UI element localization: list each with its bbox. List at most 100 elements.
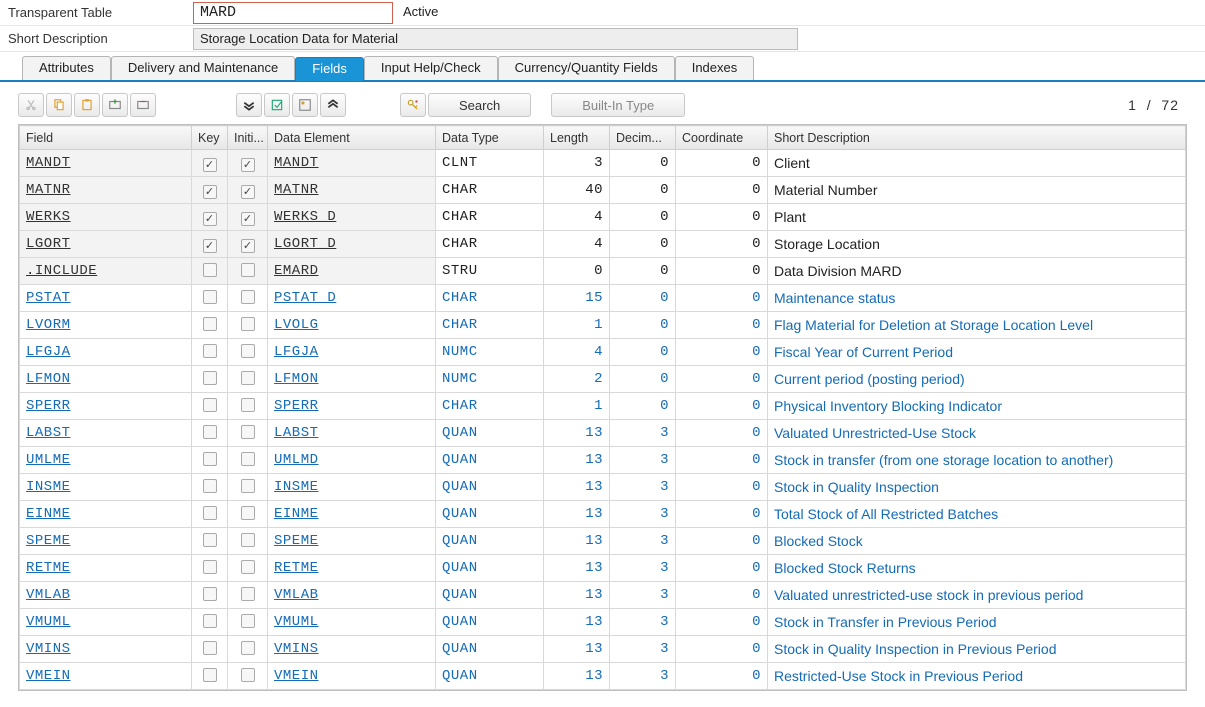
table-row[interactable]: SPEMESPEMEQUAN1330Blocked Stock	[20, 528, 1186, 555]
table-row[interactable]: EINMEEINMEQUAN1330Total Stock of All Res…	[20, 501, 1186, 528]
key-checkbox[interactable]	[203, 158, 217, 172]
field-name-link[interactable]: .INCLUDE	[26, 263, 97, 279]
data-element-link[interactable]: LVOLG	[274, 317, 319, 333]
init-checkbox[interactable]	[241, 398, 255, 412]
table-row[interactable]: LFGJALFGJANUMC400Fiscal Year of Current …	[20, 339, 1186, 366]
field-name-link[interactable]: LVORM	[26, 317, 71, 333]
key-checkbox[interactable]	[203, 212, 217, 226]
field-name-link[interactable]: EINME	[26, 506, 71, 522]
field-name-link[interactable]: VMINS	[26, 641, 71, 657]
nav-graphic-button[interactable]	[292, 93, 318, 117]
init-checkbox[interactable]	[241, 479, 255, 493]
tab-input-help-check[interactable]: Input Help/Check	[364, 56, 498, 80]
key-checkbox[interactable]	[203, 344, 217, 358]
data-element-link[interactable]: WERKS_D	[274, 209, 336, 225]
init-checkbox[interactable]	[241, 212, 255, 226]
init-checkbox[interactable]	[241, 344, 255, 358]
table-row[interactable]: MATNRMATNRCHAR4000Material Number	[20, 177, 1186, 204]
key-checkbox[interactable]	[203, 290, 217, 304]
init-checkbox[interactable]	[241, 290, 255, 304]
data-element-link[interactable]: UMLMD	[274, 452, 319, 468]
field-name-link[interactable]: SPERR	[26, 398, 71, 414]
data-element-link[interactable]: VMEIN	[274, 668, 319, 684]
key-checkbox[interactable]	[203, 479, 217, 493]
init-checkbox[interactable]	[241, 158, 255, 172]
search-button[interactable]: Search	[428, 93, 531, 117]
field-name-link[interactable]: LFMON	[26, 371, 71, 387]
table-row[interactable]: SPERRSPERRCHAR100Physical Inventory Bloc…	[20, 393, 1186, 420]
init-checkbox[interactable]	[241, 668, 255, 682]
expand-all-button[interactable]	[236, 93, 262, 117]
table-name-input[interactable]: MARD	[193, 2, 393, 24]
table-row[interactable]: UMLMEUMLMDQUAN1330Stock in transfer (fro…	[20, 447, 1186, 474]
init-checkbox[interactable]	[241, 263, 255, 277]
col-data-type[interactable]: Data Type	[436, 126, 544, 150]
delete-row-button[interactable]	[130, 93, 156, 117]
table-row[interactable]: LVORMLVOLGCHAR100Flag Material for Delet…	[20, 312, 1186, 339]
col-data-element[interactable]: Data Element	[268, 126, 436, 150]
data-element-link[interactable]: MATNR	[274, 182, 319, 198]
short-description-input[interactable]: Storage Location Data for Material	[193, 28, 798, 50]
field-name-link[interactable]: VMUML	[26, 614, 71, 630]
data-element-link[interactable]: RETME	[274, 560, 319, 576]
field-name-link[interactable]: MANDT	[26, 155, 71, 171]
table-row[interactable]: .INCLUDEEMARDSTRU000Data Division MARD	[20, 258, 1186, 285]
init-checkbox[interactable]	[241, 614, 255, 628]
init-checkbox[interactable]	[241, 506, 255, 520]
field-name-link[interactable]: LGORT	[26, 236, 71, 252]
table-row[interactable]: VMUMLVMUMLQUAN1330Stock in Transfer in P…	[20, 609, 1186, 636]
data-element-link[interactable]: MANDT	[274, 155, 319, 171]
table-row[interactable]: VMLABVMLABQUAN1330Valuated unrestricted-…	[20, 582, 1186, 609]
key-checkbox[interactable]	[203, 452, 217, 466]
table-row[interactable]: LABSTLABSTQUAN1330Valuated Unrestricted-…	[20, 420, 1186, 447]
key-button[interactable]	[400, 93, 426, 117]
fields-table[interactable]: Field Key Initi... Data Element Data Typ…	[19, 125, 1186, 690]
table-row[interactable]: LFMONLFMONNUMC200Current period (posting…	[20, 366, 1186, 393]
data-element-link[interactable]: LABST	[274, 425, 319, 441]
insert-row-button[interactable]	[102, 93, 128, 117]
data-element-link[interactable]: LFGJA	[274, 344, 319, 360]
col-short-description[interactable]: Short Description	[768, 126, 1186, 150]
field-name-link[interactable]: SPEME	[26, 533, 71, 549]
copy-button[interactable]	[46, 93, 72, 117]
data-element-link[interactable]: SPERR	[274, 398, 319, 414]
col-init[interactable]: Initi...	[228, 126, 268, 150]
field-name-link[interactable]: UMLME	[26, 452, 71, 468]
field-name-link[interactable]: LFGJA	[26, 344, 71, 360]
col-field[interactable]: Field	[20, 126, 192, 150]
field-name-link[interactable]: MATNR	[26, 182, 71, 198]
init-checkbox[interactable]	[241, 587, 255, 601]
field-name-link[interactable]: LABST	[26, 425, 71, 441]
col-coordinate[interactable]: Coordinate	[676, 126, 768, 150]
field-name-link[interactable]: WERKS	[26, 209, 71, 225]
collapse-all-button[interactable]	[320, 93, 346, 117]
key-checkbox[interactable]	[203, 425, 217, 439]
field-name-link[interactable]: VMLAB	[26, 587, 71, 603]
tab-indexes[interactable]: Indexes	[675, 56, 755, 80]
key-checkbox[interactable]	[203, 641, 217, 655]
data-element-link[interactable]: VMLAB	[274, 587, 319, 603]
key-checkbox[interactable]	[203, 506, 217, 520]
col-key[interactable]: Key	[192, 126, 228, 150]
table-row[interactable]: VMEINVMEINQUAN1330Restricted-Use Stock i…	[20, 663, 1186, 690]
cut-button[interactable]	[18, 93, 44, 117]
field-name-link[interactable]: RETME	[26, 560, 71, 576]
init-checkbox[interactable]	[241, 533, 255, 547]
init-checkbox[interactable]	[241, 641, 255, 655]
init-checkbox[interactable]	[241, 452, 255, 466]
data-element-link[interactable]: PSTAT_D	[274, 290, 336, 306]
tab-fields[interactable]: Fields	[295, 57, 364, 81]
tab-delivery-and-maintenance[interactable]: Delivery and Maintenance	[111, 56, 295, 80]
key-checkbox[interactable]	[203, 587, 217, 601]
key-checkbox[interactable]	[203, 398, 217, 412]
table-row[interactable]: PSTATPSTAT_DCHAR1500Maintenance status	[20, 285, 1186, 312]
table-row[interactable]: VMINSVMINSQUAN1330Stock in Quality Inspe…	[20, 636, 1186, 663]
data-element-link[interactable]: LGORT_D	[274, 236, 336, 252]
field-name-link[interactable]: VMEIN	[26, 668, 71, 684]
init-checkbox[interactable]	[241, 239, 255, 253]
tab-attributes[interactable]: Attributes	[22, 56, 111, 80]
key-checkbox[interactable]	[203, 614, 217, 628]
key-checkbox[interactable]	[203, 371, 217, 385]
key-checkbox[interactable]	[203, 560, 217, 574]
col-decimals[interactable]: Decim...	[610, 126, 676, 150]
